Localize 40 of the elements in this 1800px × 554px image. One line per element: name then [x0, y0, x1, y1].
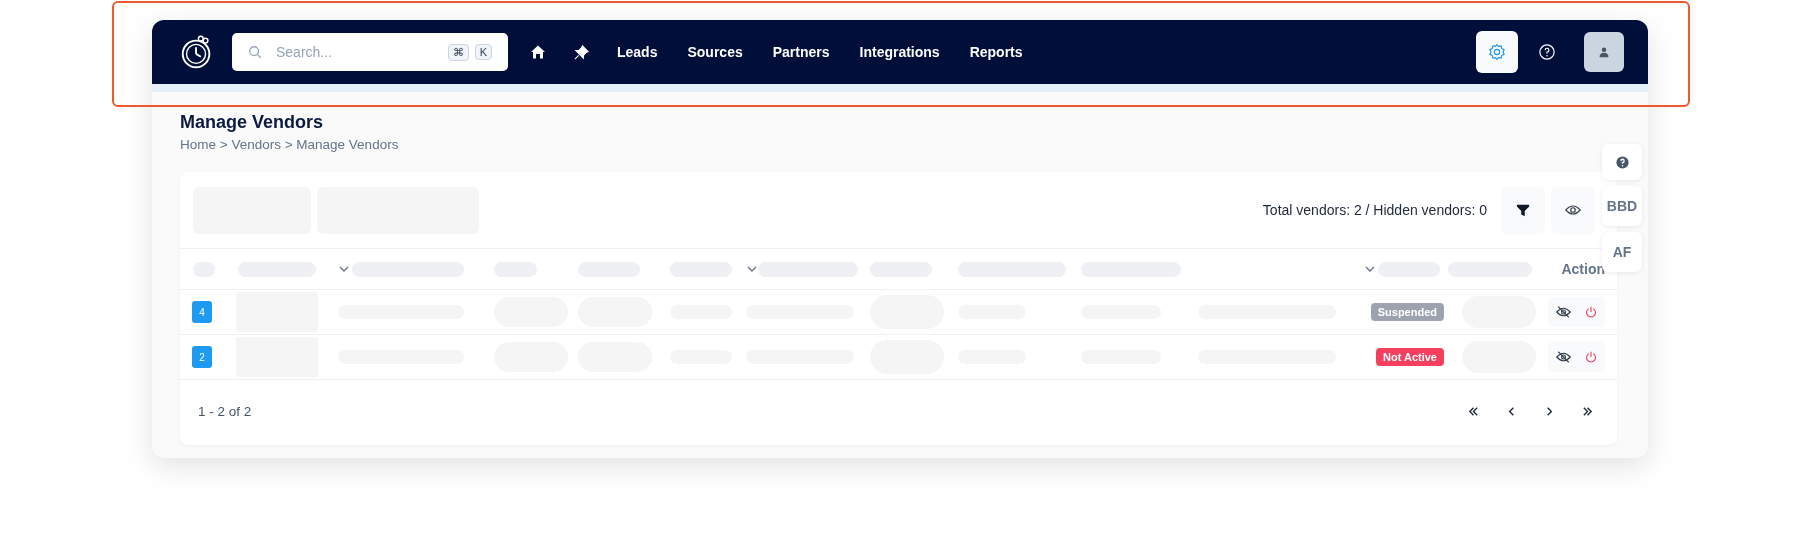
eye-off-icon[interactable] [1556, 306, 1571, 318]
first-page-icon[interactable] [1468, 405, 1479, 417]
filter-icon [1516, 203, 1530, 217]
sort-chevron-icon[interactable] [338, 265, 350, 273]
next-page-icon[interactable] [1544, 405, 1555, 417]
last-page-icon[interactable] [1582, 405, 1593, 417]
shortcut-key: ⌘ [447, 43, 469, 61]
vendor-count-summary: Total vendors: 2 / Hidden vendors: 0 [1262, 202, 1487, 218]
sort-chevron-icon[interactable] [1364, 265, 1376, 273]
previous-page-icon[interactable] [1506, 405, 1517, 417]
breadcrumb: Home > Vendors > Manage Vendors [180, 137, 400, 152]
pin-icon[interactable] [574, 44, 589, 60]
search-field[interactable]: Search... ⌘ K [232, 33, 508, 71]
help-button[interactable] [1602, 144, 1642, 180]
nav-link[interactable]: Reports [969, 44, 1023, 60]
sort-chevron-icon[interactable] [746, 265, 758, 273]
eye-off-icon[interactable] [1556, 351, 1571, 363]
user-avatar[interactable] [1584, 32, 1624, 72]
settings-button[interactable] [1476, 31, 1518, 73]
help-icon [1538, 43, 1556, 61]
home-icon[interactable] [530, 44, 546, 60]
nav-link[interactable]: Leads [617, 44, 658, 60]
pagination-range: 1 - 2 of 2 [198, 403, 252, 419]
power-icon[interactable] [1585, 306, 1597, 318]
status-badge: Suspended [1370, 303, 1444, 321]
gear-icon [1488, 43, 1506, 61]
power-icon[interactable] [1585, 351, 1597, 363]
search-icon [248, 45, 262, 59]
nav-link[interactable]: Integrations [859, 44, 940, 60]
help-icon [1615, 155, 1629, 169]
filter-button[interactable] [1501, 186, 1545, 234]
page-title: Manage Vendors [180, 112, 325, 133]
nav-link[interactable]: Sources [687, 44, 743, 60]
status-badge: Not Active [1376, 348, 1444, 366]
nav-link[interactable]: Partners [772, 44, 830, 60]
eye-icon [1565, 204, 1581, 216]
shortcut-key: K [474, 44, 492, 60]
side-tab-button[interactable]: BBD [1602, 186, 1642, 226]
column-header: Action [1561, 261, 1605, 277]
visibility-button[interactable] [1551, 186, 1595, 234]
